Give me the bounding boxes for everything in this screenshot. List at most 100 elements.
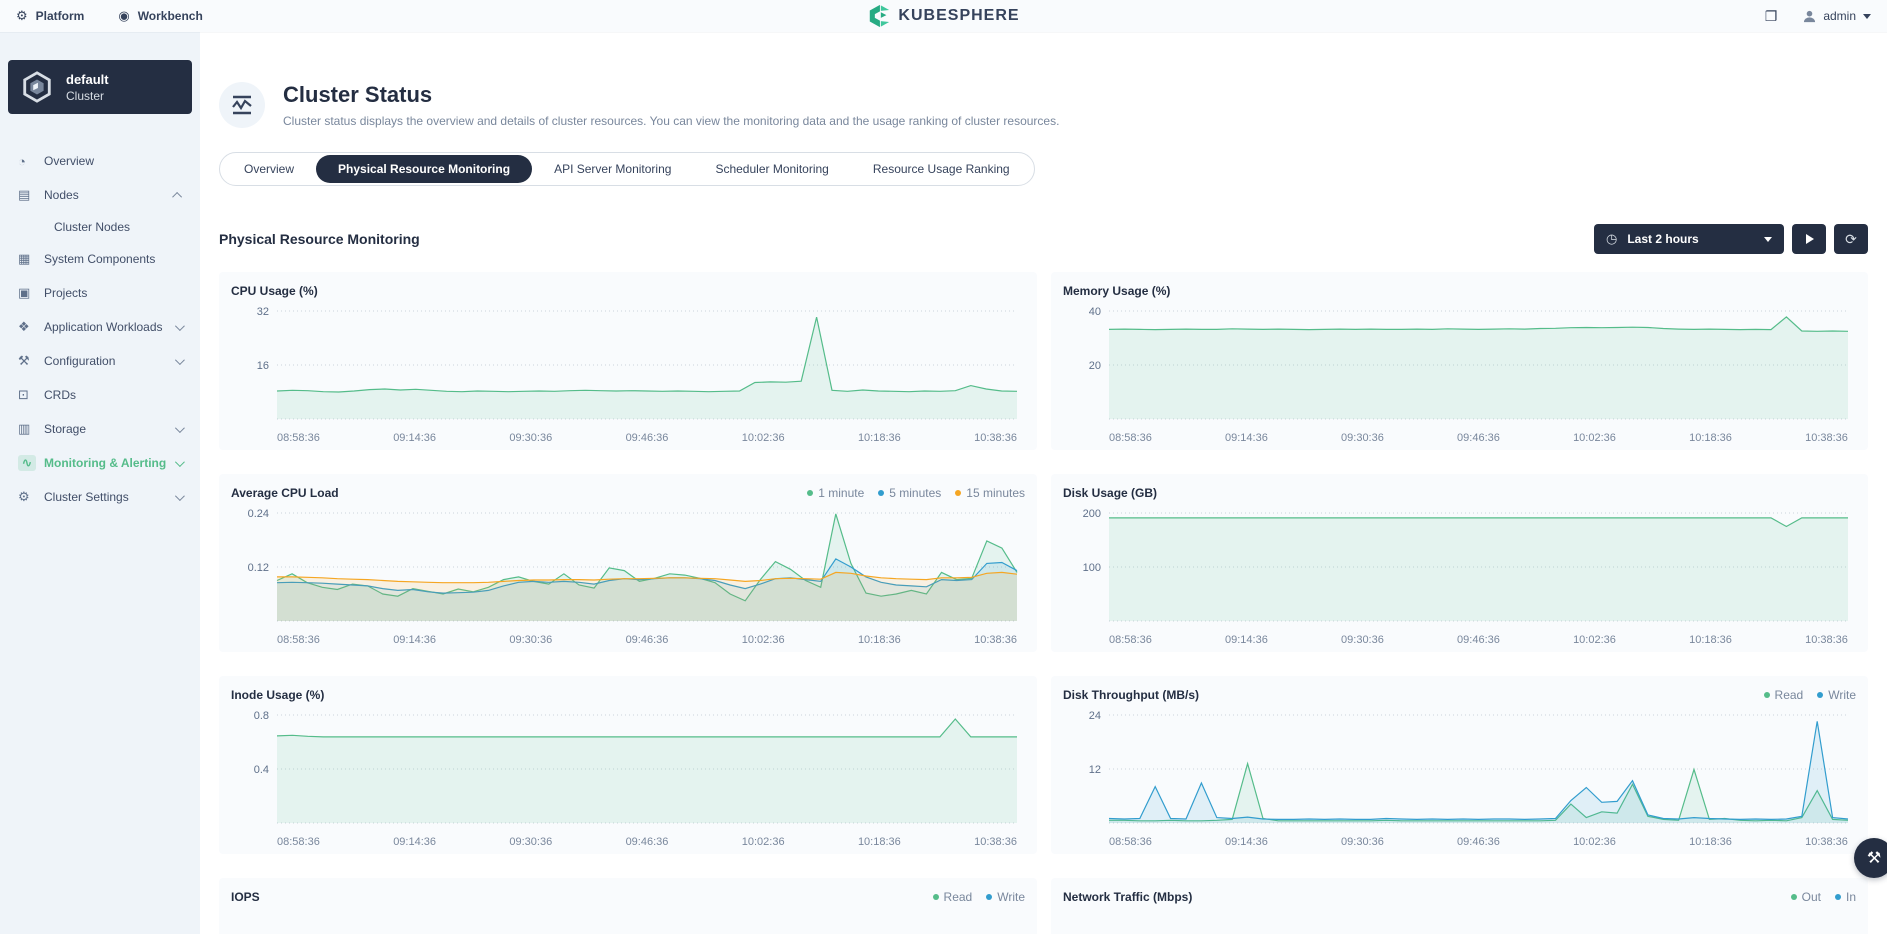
tool-icon: ⚒ bbox=[1867, 848, 1881, 868]
tab-api-server-monitoring[interactable]: API Server Monitoring bbox=[532, 155, 693, 183]
sidebar-item-monitoring-alerting[interactable]: ∿ Monitoring & Alerting bbox=[8, 446, 192, 480]
sidebar-item-application-workloads[interactable]: ❖ Application Workloads bbox=[8, 310, 192, 344]
chart-card-cpu-usage-: CPU Usage (%) 3216 08:58:3609:14:3609:30… bbox=[219, 272, 1037, 450]
svg-text:32: 32 bbox=[257, 306, 269, 318]
x-tick-label: 09:14:36 bbox=[1225, 836, 1268, 848]
sidebar-item-configuration[interactable]: ⚒ Configuration bbox=[8, 344, 192, 378]
legend-dot-icon bbox=[955, 490, 961, 496]
chart-legend: 1 minute5 minutes15 minutes bbox=[807, 486, 1025, 500]
sidebar-item-cluster-settings[interactable]: ⚙ Cluster Settings bbox=[8, 480, 192, 514]
svg-text:0.4: 0.4 bbox=[254, 764, 269, 776]
svg-text:200: 200 bbox=[1083, 508, 1101, 520]
x-tick-label: 10:18:36 bbox=[858, 836, 901, 848]
x-tick-label: 08:58:36 bbox=[1109, 836, 1152, 848]
components-icon: ▦ bbox=[18, 251, 44, 267]
tab-overview[interactable]: Overview bbox=[222, 155, 316, 183]
chart-title: Memory Usage (%) bbox=[1063, 284, 1170, 298]
chart-title: CPU Usage (%) bbox=[231, 284, 318, 298]
gear-icon: ⚙ bbox=[16, 8, 28, 24]
legend-dot-icon bbox=[1835, 894, 1841, 900]
panel-head: Physical Resource Monitoring ◷ Last 2 ho… bbox=[219, 224, 1868, 254]
tab-scheduler-monitoring[interactable]: Scheduler Monitoring bbox=[693, 155, 850, 183]
cluster-selector[interactable]: default Cluster bbox=[8, 60, 192, 114]
tab-resource-usage-ranking[interactable]: Resource Usage Ranking bbox=[851, 155, 1032, 183]
sidebar-item-label: Projects bbox=[44, 286, 182, 300]
charts-grid: CPU Usage (%) 32 16 08:58:36 09:14:36 09:30… bbox=[219, 272, 1868, 934]
chart-card-memory-usage-: Memory Usage (%) 4020 08:58:3609:14:3609… bbox=[1051, 272, 1868, 450]
x-tick-label: 10:18:36 bbox=[1689, 634, 1732, 646]
storage-icon: ▥ bbox=[18, 421, 44, 437]
sidebar-item-label: Monitoring & Alerting bbox=[44, 456, 175, 470]
tab-bar: Overview Physical Resource Monitoring AP… bbox=[219, 152, 1035, 186]
platform-menu[interactable]: ⚙ Platform bbox=[16, 8, 84, 24]
chart-card-average-cpu-load: Average CPU Load 1 minute5 minutes15 min… bbox=[219, 474, 1037, 652]
docs-icon[interactable]: ❐ bbox=[1765, 8, 1778, 25]
chart-card-disk-throughput-mb-s-: Disk Throughput (MB/s) ReadWrite 2412 08… bbox=[1051, 676, 1868, 854]
sidebar-item-projects[interactable]: ▣ Projects bbox=[8, 276, 192, 310]
legend-item: Write bbox=[986, 890, 1025, 904]
tab-physical-resource-monitoring[interactable]: Physical Resource Monitoring bbox=[316, 155, 532, 183]
chart-card-network-traffic-mbps-: Network Traffic (Mbps) OutIn 08:58:3609:… bbox=[1051, 878, 1868, 934]
chevron-down-icon bbox=[1764, 237, 1772, 242]
user-icon bbox=[1803, 10, 1816, 23]
time-range-dropdown[interactable]: ◷ Last 2 hours bbox=[1594, 224, 1784, 254]
workbench-link[interactable]: ◉ Workbench bbox=[118, 8, 202, 24]
sidebar-nav: ◔ Overview ▤ Nodes Cluster Nodes ▦ Syste… bbox=[8, 144, 192, 514]
legend-dot-icon bbox=[933, 894, 939, 900]
svg-text:24: 24 bbox=[1089, 710, 1101, 722]
workbench-label: Workbench bbox=[138, 9, 203, 23]
settings-icon: ⚙ bbox=[18, 489, 44, 505]
sidebar-subitem-cluster-nodes[interactable]: Cluster Nodes bbox=[8, 212, 192, 242]
autorefresh-play-button[interactable] bbox=[1792, 224, 1826, 254]
x-tick-label: 09:14:36 bbox=[1225, 634, 1268, 646]
chart-title: IOPS bbox=[231, 890, 260, 904]
legend-item: 5 minutes bbox=[878, 486, 941, 500]
x-tick-label: 10:18:36 bbox=[1689, 432, 1732, 444]
main-content: Cluster Status Cluster status displays t… bbox=[200, 32, 1887, 934]
sidebar-item-nodes[interactable]: ▤ Nodes bbox=[8, 178, 192, 212]
x-tick-label: 09:14:36 bbox=[393, 634, 436, 646]
x-tick-label: 09:46:36 bbox=[626, 836, 669, 848]
chart-plot: 200 100 bbox=[1063, 503, 1856, 630]
kubectl-tool-button[interactable]: ⚒ bbox=[1854, 838, 1887, 878]
chart-plot: 0.80.4 bbox=[231, 705, 1025, 832]
x-tick-label: 10:02:36 bbox=[742, 634, 785, 646]
x-tick-label: 10:02:36 bbox=[1573, 634, 1616, 646]
sidebar-item-overview[interactable]: ◔ Overview bbox=[8, 144, 192, 178]
sidebar-item-crds[interactable]: ⊡ CRDs bbox=[8, 378, 192, 412]
chevron-icon bbox=[175, 457, 185, 467]
x-tick-label: 10:02:36 bbox=[742, 836, 785, 848]
chart-plot bbox=[231, 907, 1025, 934]
projects-icon: ▣ bbox=[18, 285, 44, 301]
svg-text:16: 16 bbox=[257, 360, 269, 372]
refresh-button[interactable]: ⟳ bbox=[1834, 224, 1868, 254]
chevron-icon bbox=[175, 491, 185, 501]
chart-card-inode-usage-: Inode Usage (%) 0.80.4 08:58:3609:14:360… bbox=[219, 676, 1037, 854]
sidebar-item-storage[interactable]: ▥ Storage bbox=[8, 412, 192, 446]
platform-label: Platform bbox=[36, 9, 85, 23]
svg-text:0.12: 0.12 bbox=[248, 562, 269, 574]
kubesphere-logo-icon bbox=[867, 4, 891, 28]
legend-item: Read bbox=[933, 890, 973, 904]
chart-plot bbox=[1063, 907, 1856, 934]
chart-x-axis: 08:58:3609:14:3609:30:3609:46:3610:02:36… bbox=[1063, 832, 1856, 848]
chart-plot: 32 16 bbox=[231, 301, 1025, 428]
chart-x-axis: 08:58:3609:14:3609:30:3609:46:3610:02:36… bbox=[231, 630, 1025, 646]
legend-dot-icon bbox=[1764, 692, 1770, 698]
legend-dot-icon bbox=[1791, 894, 1797, 900]
chart-title: Disk Usage (GB) bbox=[1063, 486, 1157, 500]
crds-icon: ⊡ bbox=[18, 387, 44, 403]
x-tick-label: 08:58:36 bbox=[277, 634, 320, 646]
sidebar-item-label: Application Workloads bbox=[44, 320, 175, 334]
svg-text:100: 100 bbox=[1083, 562, 1101, 574]
kubesphere-logo[interactable]: KUBESPHERE bbox=[867, 4, 1019, 28]
x-tick-label: 09:30:36 bbox=[1341, 836, 1384, 848]
legend-item: 1 minute bbox=[807, 486, 864, 500]
x-tick-label: 09:14:36 bbox=[1225, 432, 1268, 444]
chart-title: Average CPU Load bbox=[231, 486, 339, 500]
sidebar-item-system-components[interactable]: ▦ System Components bbox=[8, 242, 192, 276]
user-menu[interactable]: admin bbox=[1803, 9, 1871, 23]
chart-plot: 2412 bbox=[1063, 705, 1856, 832]
x-tick-label: 10:02:36 bbox=[742, 432, 785, 444]
x-tick-label: 09:46:36 bbox=[626, 432, 669, 444]
